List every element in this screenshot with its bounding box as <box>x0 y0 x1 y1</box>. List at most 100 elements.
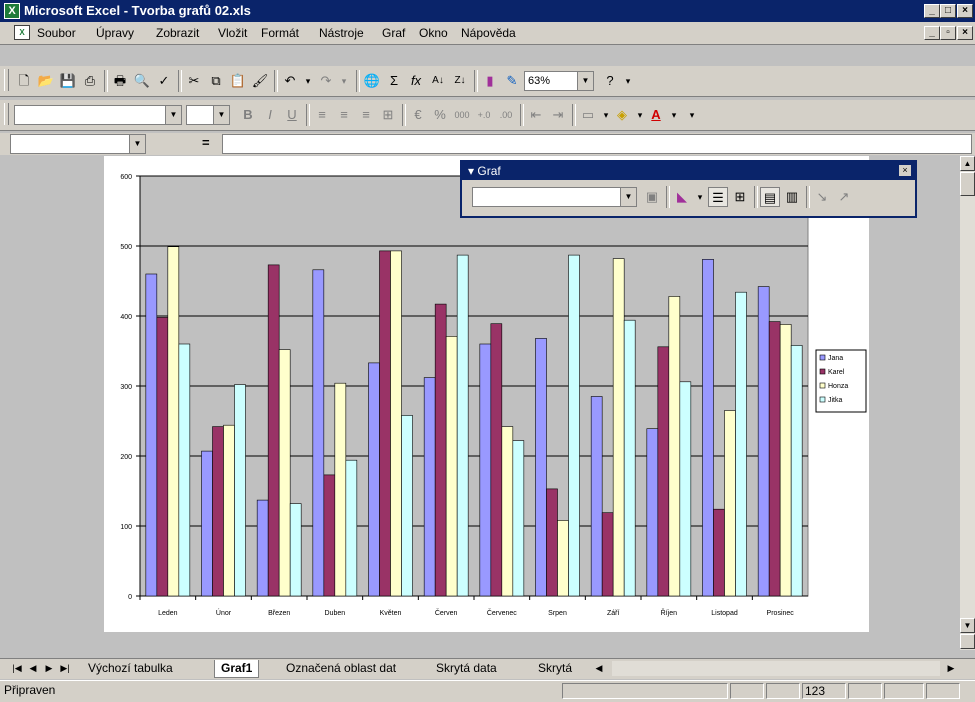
align-center-icon[interactable]: ≡ <box>334 105 354 125</box>
tab-skryta-data[interactable]: Skrytá data <box>430 660 503 677</box>
chevron-down-icon[interactable]: ▼ <box>620 188 636 206</box>
chart-type-dropdown-icon[interactable]: ▾ <box>690 187 710 207</box>
underline-icon[interactable]: U <box>282 105 302 125</box>
horizontal-scrollbar[interactable] <box>612 661 940 676</box>
borders-icon[interactable]: ▭ <box>578 105 598 125</box>
toolbar-options-icon[interactable]: ▾ <box>682 105 702 125</box>
scroll-thumb[interactable] <box>960 172 975 196</box>
align-right-icon[interactable]: ≡ <box>356 105 376 125</box>
excel-app-icon[interactable]: X <box>4 3 20 19</box>
toolbar-options-icon[interactable]: ▾ <box>618 71 638 91</box>
next-sheet-icon[interactable]: ▶ <box>42 661 56 676</box>
percent-icon[interactable]: % <box>430 105 450 125</box>
open-icon[interactable]: 📂 <box>36 71 56 91</box>
chart-area[interactable]: 0 100 200 300 400 500 600 Leden Únor Březen Duben K… <box>104 156 869 632</box>
menu-graf[interactable]: Graf <box>382 26 405 40</box>
chevron-down-icon[interactable]: ▼ <box>213 106 229 124</box>
zoom-select[interactable]: 63% ▼ <box>524 71 594 91</box>
toolbar-grip[interactable] <box>4 103 9 125</box>
tab-oznacena-oblast-dat[interactable]: Označená oblast dat <box>280 660 402 677</box>
save-icon[interactable]: 💾 <box>58 71 78 91</box>
decrease-indent-icon[interactable]: ⇤ <box>526 105 546 125</box>
merge-center-icon[interactable]: ⊞ <box>378 105 398 125</box>
drawing-icon[interactable]: ✎ <box>502 71 522 91</box>
scroll-up-icon[interactable]: ▲ <box>960 156 975 171</box>
undo-dropdown-icon[interactable]: ▾ <box>298 71 318 91</box>
data-table-icon[interactable]: ⊞ <box>730 187 750 207</box>
cut-icon[interactable]: ✂ <box>184 71 204 91</box>
first-sheet-icon[interactable]: |◀ <box>10 661 24 676</box>
hyperlink-icon[interactable]: 🌐 <box>362 71 382 91</box>
workbook-icon[interactable]: X <box>14 25 30 40</box>
font-name-select[interactable]: ▼ <box>14 105 182 125</box>
new-icon[interactable]: 🗋 <box>14 71 34 91</box>
help-icon[interactable]: ? <box>600 71 620 91</box>
font-color-icon[interactable]: A <box>646 105 666 125</box>
align-left-icon[interactable]: ≡ <box>312 105 332 125</box>
menu-zobrazit[interactable]: Zobrazit <box>156 26 199 40</box>
spelling-icon[interactable]: ✓ <box>154 71 174 91</box>
menu-napoveda[interactable]: Nápověda <box>461 26 516 40</box>
doc-restore-button[interactable]: ▫ <box>940 26 956 40</box>
italic-icon[interactable]: I <box>260 105 280 125</box>
increase-indent-icon[interactable]: ⇥ <box>548 105 568 125</box>
doc-close-button[interactable]: × <box>957 26 973 40</box>
autosum-icon[interactable]: Σ <box>384 71 404 91</box>
tab-skryta[interactable]: Skrytá <box>532 660 578 677</box>
print-preview-icon[interactable]: 🔍 <box>132 71 152 91</box>
chevron-down-icon[interactable]: ▼ <box>165 106 181 124</box>
menu-upravy[interactable]: Úpravy <box>96 26 134 40</box>
prev-sheet-icon[interactable]: ◀ <box>26 661 40 676</box>
legend-icon[interactable]: ☰ <box>708 187 728 207</box>
tab-scroll-right-icon[interactable]: ▶ <box>944 661 958 676</box>
minimize-button[interactable]: _ <box>924 4 940 18</box>
last-sheet-icon[interactable]: ▶| <box>58 661 72 676</box>
menu-format[interactable]: Formát <box>261 26 299 40</box>
redo-dropdown-icon[interactable]: ▾ <box>334 71 354 91</box>
chevron-down-icon[interactable]: ▼ <box>577 72 593 90</box>
thousands-icon[interactable]: 000 <box>452 105 472 125</box>
sort-ascending-icon[interactable]: A↓ <box>428 71 448 91</box>
permission-icon[interactable]: ⎙ <box>80 71 100 91</box>
chart-wizard-icon[interactable]: ▮ <box>480 71 500 91</box>
chart-objects-select[interactable]: ▼ <box>472 187 637 207</box>
font-color-dropdown-icon[interactable]: ▾ <box>664 105 684 125</box>
name-box[interactable]: ▼ <box>10 134 146 154</box>
undo-icon[interactable]: ↶ <box>280 71 300 91</box>
increase-decimal-icon[interactable]: +.0 <box>474 105 494 125</box>
graf-toolbar[interactable]: ▾ Graf × ▼ ▣ ◣ ▾ ☰ ⊞ ▤ ▥ ↘ ↗ <box>460 160 917 218</box>
split-box[interactable] <box>960 634 975 649</box>
format-chart-area-icon[interactable]: ▣ <box>642 187 662 207</box>
graf-toolbar-titlebar[interactable]: ▾ Graf <box>462 162 915 180</box>
sort-descending-icon[interactable]: Z↓ <box>450 71 470 91</box>
equals-icon[interactable]: = <box>202 135 210 150</box>
vertical-scrollbar[interactable]: ▲ ▼ <box>960 156 975 650</box>
font-size-select[interactable]: ▼ <box>186 105 230 125</box>
menu-vlozit[interactable]: Vložit <box>218 26 247 40</box>
graf-menu-icon[interactable]: ▾ <box>468 164 474 178</box>
paste-icon[interactable]: 📋 <box>228 71 248 91</box>
angle-text-down-icon[interactable]: ↘ <box>812 187 832 207</box>
by-column-icon[interactable]: ▥ <box>782 187 802 207</box>
maximize-button[interactable]: □ <box>940 4 956 18</box>
close-icon[interactable]: × <box>899 165 911 176</box>
chart-type-icon[interactable]: ◣ <box>672 187 692 207</box>
chevron-down-icon[interactable]: ▼ <box>129 135 145 153</box>
tab-graf1[interactable]: Graf1 <box>214 660 260 678</box>
function-icon[interactable]: fx <box>406 71 426 91</box>
copy-icon[interactable]: ⧉ <box>206 71 226 91</box>
bold-icon[interactable]: B <box>238 105 258 125</box>
column-chart[interactable]: 0 100 200 300 400 500 600 Leden Únor Březen Duben K… <box>104 156 869 632</box>
currency-icon[interactable]: € <box>408 105 428 125</box>
angle-text-up-icon[interactable]: ↗ <box>834 187 854 207</box>
fill-color-icon[interactable]: ◈ <box>612 105 632 125</box>
doc-minimize-button[interactable]: _ <box>924 26 940 40</box>
decrease-decimal-icon[interactable]: .00 <box>496 105 516 125</box>
tab-vychozi-tabulka[interactable]: Výchozí tabulka <box>82 660 179 677</box>
close-button[interactable]: × <box>957 4 973 18</box>
by-row-icon[interactable]: ▤ <box>760 187 780 207</box>
scroll-down-icon[interactable]: ▼ <box>960 618 975 633</box>
tab-scroll-left-icon[interactable]: ◀ <box>592 661 606 676</box>
formula-input[interactable] <box>222 134 972 154</box>
print-icon[interactable]: 🖶 <box>110 71 130 91</box>
